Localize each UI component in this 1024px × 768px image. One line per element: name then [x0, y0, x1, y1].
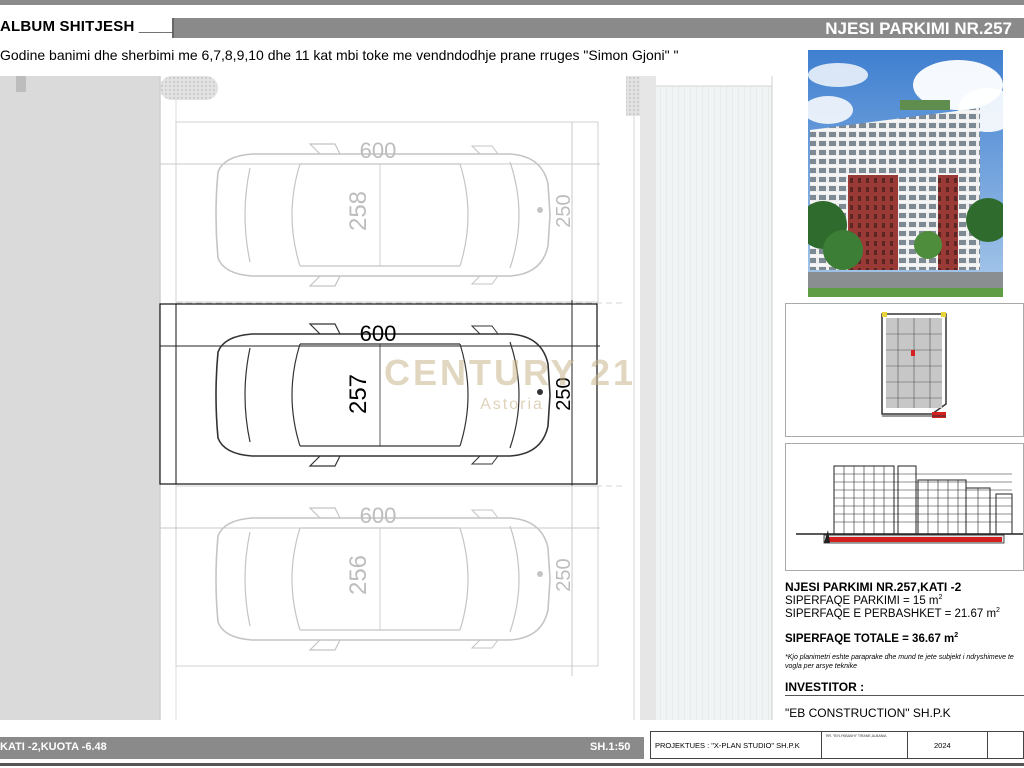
investor-divider [785, 695, 1024, 696]
investor-label: INVESTITOR : [785, 680, 865, 694]
space-257-number: 257 [345, 374, 372, 414]
total-area-unit-exponent: 2 [954, 632, 959, 639]
watermark-office: Astoria [480, 396, 544, 413]
key-plan-drawing [881, 312, 947, 418]
album-title: ALBUM SHITJESH ____ [0, 18, 174, 35]
building-section [785, 443, 1024, 571]
parking-plan-drawing: 600 258 250 600 257 250 600 256 250 CENT… [0, 76, 773, 720]
building-section-drawing [796, 465, 1023, 544]
common-area-line: SIPERFAQE E PERBASHKET = 21.67 m2 [785, 607, 1000, 620]
parking-area-unit-exponent: 2 [938, 594, 943, 601]
parking-area: SIPERFAQE PARKIMI = 15 m [785, 595, 939, 607]
key-plan [785, 303, 1024, 437]
parking-area-line: SIPERFAQE PARKIMI = 15 m2 [785, 594, 942, 607]
top-border [0, 0, 1024, 5]
space-257-length: 600 [360, 321, 397, 346]
bottom-border [0, 763, 1024, 766]
building-description: Godine banimi dhe sherbimi me 6,7,8,9,10… [0, 47, 679, 63]
investor-name: "EB CONSTRUCTION" SH.P.K [785, 706, 951, 720]
unit-location-marker [911, 350, 915, 356]
common-area-unit-exponent: 2 [996, 607, 1000, 614]
floor-level: KATI -2,KUOTA -6.48 [0, 741, 107, 753]
building-photo [808, 50, 1003, 297]
title-block-address: RR. "BYLYKBASHI" TIRANE,ALBANIA [826, 734, 887, 738]
total-area: SIPERFAQE TOTALE = 36.67 m [785, 633, 955, 645]
total-area-line: SIPERFAQE TOTALE = 36.67 m2 [785, 632, 958, 645]
common-area: SIPERFAQE E PERBASHKET = 21.67 m [785, 608, 997, 620]
space-256-number: 256 [345, 555, 372, 595]
space-256-width: 250 [553, 558, 575, 591]
watermark-brand: CENTURY 21 [384, 352, 636, 393]
project-year: 2024 [934, 741, 951, 750]
unit-title: NJESI PARKIMI NR.257 [825, 19, 1012, 38]
disclaimer-note: *Kjo planimetri eshte paraprake dhe mund… [785, 654, 1014, 670]
parking-level-highlight [826, 537, 1002, 542]
project-designer: PROJEKTUES : "X-PLAN STUDIO" SH.P.K [655, 741, 800, 750]
parking-plan: 600 258 250 600 257 250 600 256 250 CENT… [0, 76, 775, 720]
unit-info-title: NJESI PARKIMI NR.257,KATI -2 [785, 580, 962, 594]
space-256-length: 600 [360, 503, 397, 528]
drawing-scale: SH.1:50 [590, 741, 631, 753]
space-258-width: 250 [553, 194, 575, 227]
space-258-length: 600 [360, 138, 397, 163]
space-258-number: 258 [345, 191, 372, 231]
